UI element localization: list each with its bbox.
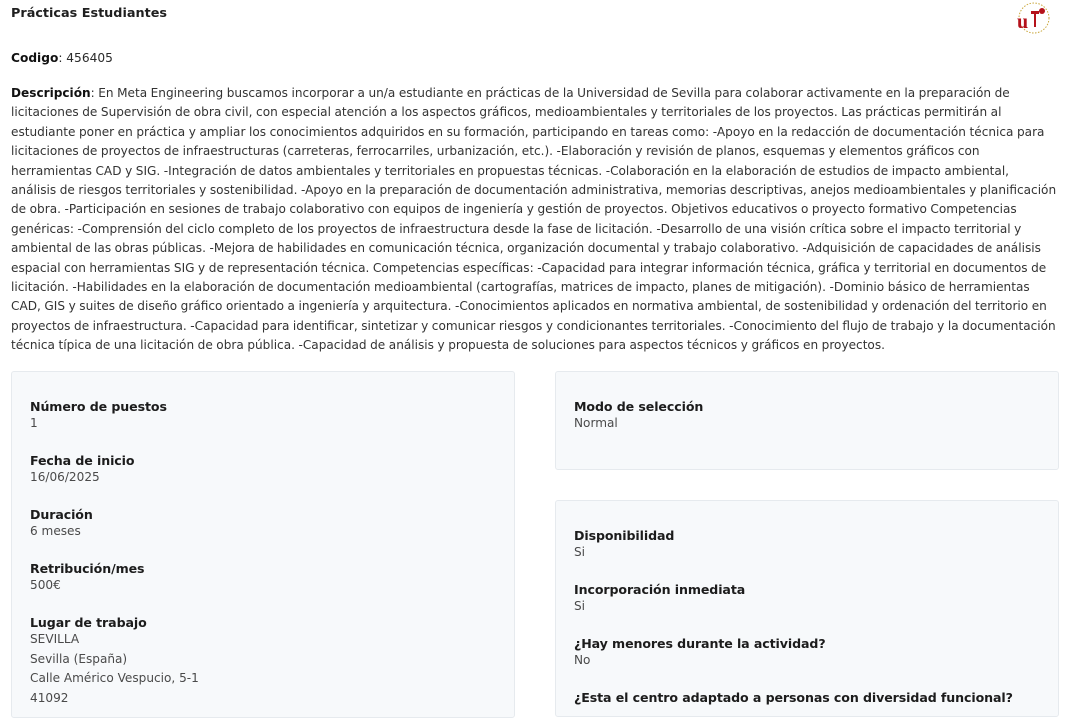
details-card-left: Número de puestos 1 Fecha de inicio 16/0… (11, 371, 515, 718)
code-line: Codigo: 456405 (11, 51, 113, 65)
description: Descripción: En Meta Engineering buscamo… (11, 84, 1057, 356)
start-label: Fecha de inicio (30, 453, 135, 468)
description-label: Descripción (11, 86, 91, 100)
place-line1: SEVILLA (30, 632, 80, 646)
positions-value: 1 (30, 416, 38, 430)
place-line2: Sevilla (España) (30, 651, 128, 666)
availability-label: Disponibilidad (574, 528, 675, 543)
pay-value: 500€ (30, 578, 61, 592)
field-workplace: Lugar de trabajo SEVILLA Sevilla (España… (30, 615, 199, 708)
field-positions: Número de puestos 1 (30, 399, 167, 434)
minors-label: ¿Hay menores durante la actividad? (574, 636, 826, 651)
duration-value: 6 meses (30, 524, 81, 538)
code-label: Codigo (11, 51, 59, 65)
place-line4: 41092 (30, 690, 69, 705)
adapted-label: ¿Esta el centro adaptado a personas con … (574, 690, 1013, 705)
mode-value: Normal (574, 416, 618, 430)
details-card-right-availability: Disponibilidad Si Incorporación inmediat… (555, 500, 1059, 717)
field-pay: Retribución/mes 500€ (30, 561, 145, 596)
start-value: 16/06/2025 (30, 470, 100, 484)
university-logo: u (1017, 2, 1050, 34)
positions-label: Número de puestos (30, 399, 167, 414)
immediate-value: Si (574, 599, 586, 613)
field-minors: ¿Hay menores durante la actividad? No (574, 636, 826, 671)
field-immediate: Incorporación inmediata Si (574, 582, 745, 617)
svg-text:u: u (1017, 11, 1028, 33)
description-text: : En Meta Engineering buscamos incorpora… (11, 86, 1057, 353)
immediate-label: Incorporación inmediata (574, 582, 746, 597)
details-card-right-mode: Modo de selección Normal (555, 371, 1059, 470)
mode-label: Modo de selección (574, 399, 704, 414)
field-availability: Disponibilidad Si (574, 528, 674, 563)
minors-value: No (574, 653, 591, 667)
field-adapted: ¿Esta el centro adaptado a personas con … (574, 690, 1013, 705)
code-value: : 456405 (58, 51, 113, 65)
availability-value: Si (574, 545, 586, 559)
field-duration: Duración 6 meses (30, 507, 93, 542)
duration-label: Duración (30, 507, 93, 522)
page-title: Prácticas Estudiantes (11, 6, 167, 21)
field-start-date: Fecha de inicio 16/06/2025 (30, 453, 135, 488)
place-label: Lugar de trabajo (30, 615, 147, 630)
place-line3: Calle Américo Vespucio, 5-1 (30, 671, 199, 685)
pay-label: Retribución/mes (30, 561, 145, 576)
field-selection-mode: Modo de selección Normal (574, 399, 703, 434)
